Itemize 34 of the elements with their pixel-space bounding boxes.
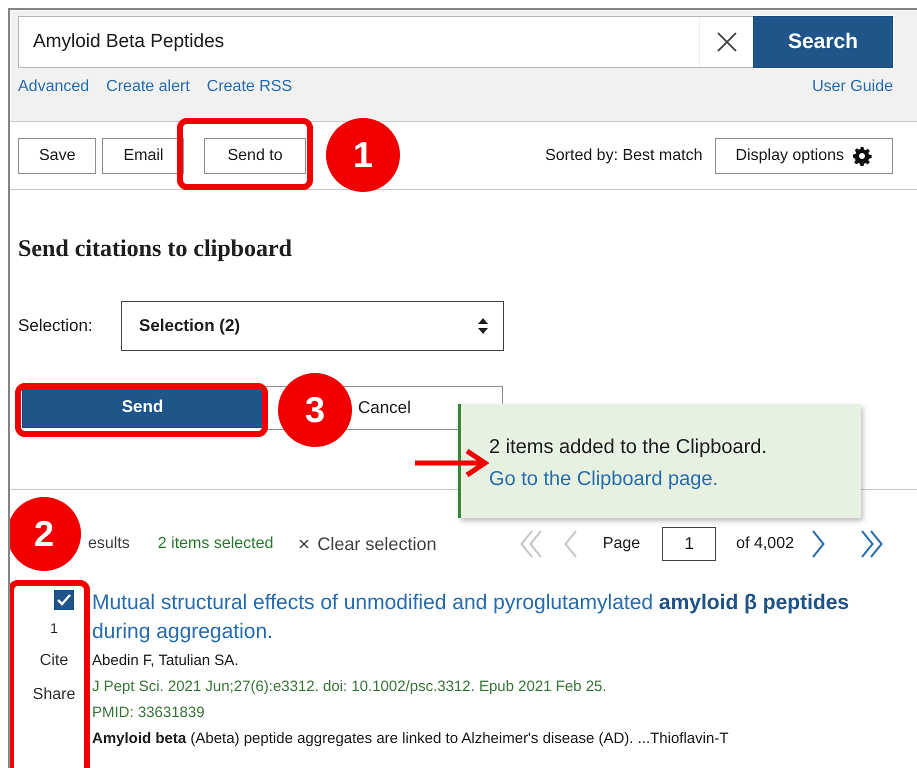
user-guide-link[interactable]: User Guide: [812, 78, 893, 96]
search-button[interactable]: Search: [753, 16, 893, 68]
result-number: 1: [50, 620, 58, 636]
display-options-button[interactable]: Display options: [714, 138, 893, 174]
search-link[interactable]: Create RSS: [206, 78, 292, 96]
article-authors: Abedin F, Tatulian SA.: [92, 652, 240, 669]
article-title[interactable]: Mutual structural effects of unmodified and pyroglutamylated amyloid β peptides during aggregation.: [92, 588, 877, 646]
article-citation: J Pept Sci. 2021 Jun;27(6):e3312. doi: 10.1002/psc.3312. Epub 2021 Feb 25.: [92, 678, 608, 695]
search-link[interactable]: Create alert: [106, 78, 190, 96]
clear-selection-button[interactable]: Clear selection: [299, 534, 436, 554]
toolbar-button[interactable]: Save: [18, 138, 96, 174]
results-count: esults: [88, 535, 130, 553]
cite-link[interactable]: Cite: [40, 652, 68, 670]
selection-label: Selection:: [18, 316, 94, 336]
share-link[interactable]: Share: [32, 686, 76, 704]
step-marker: 2: [10, 497, 81, 571]
notice-text: 2 items added to the Clipboard.: [489, 436, 767, 458]
panel-title: Send citations to clipboard: [18, 236, 294, 263]
clipboard-link[interactable]: Go to the Clipboard page.: [489, 468, 718, 490]
article-snippet: Amyloid beta (Abeta) peptide aggregates are linked to Alzheimer's disease (AD). ...Thioflavin-T: [92, 730, 730, 747]
page-input[interactable]: 1: [662, 527, 716, 561]
article-pmid: PMID: 33631839: [92, 704, 206, 721]
toolbar-button[interactable]: Email: [102, 138, 184, 174]
send-button[interactable]: Send: [22, 386, 263, 428]
selected-count: 2 items selected: [158, 535, 274, 553]
page-total: of 4,002: [736, 535, 794, 553]
step-marker: 1: [326, 118, 400, 192]
sort-label: Sorted by: Best match: [545, 146, 702, 164]
search-link[interactable]: Advanced: [18, 78, 90, 96]
toolbar-button[interactable]: Send to: [204, 138, 306, 174]
page-label: Page: [602, 535, 640, 553]
step-marker: 3: [278, 373, 352, 447]
selection-dropdown[interactable]: Selection (2): [121, 301, 504, 351]
search-field[interactable]: Amyloid Beta Peptides: [18, 16, 753, 68]
